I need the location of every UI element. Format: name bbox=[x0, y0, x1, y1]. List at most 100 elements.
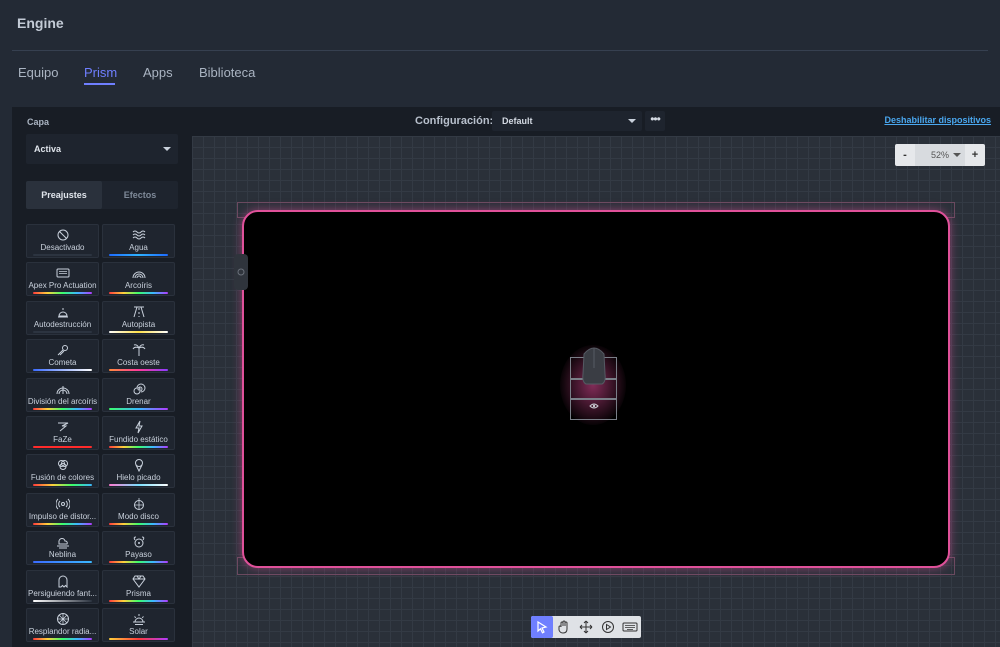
preset-item[interactable]: Apex Pro Actuation bbox=[26, 262, 99, 297]
preset-color-bar bbox=[33, 522, 92, 525]
preset-item[interactable]: Persiguiendo fant... bbox=[26, 569, 99, 604]
preset-label: Payaso bbox=[125, 550, 152, 560]
zoom-level-select[interactable]: 52% bbox=[915, 144, 965, 166]
preset-item[interactable]: Resplandor radia... bbox=[26, 608, 99, 642]
tab-equipo[interactable]: Equipo bbox=[18, 65, 58, 80]
preset-color-bar bbox=[109, 561, 168, 564]
layer-label: Capa bbox=[27, 117, 50, 127]
config-label: Configuración: bbox=[415, 115, 494, 127]
preset-label: Solar bbox=[129, 627, 148, 636]
more-options-button[interactable]: ••• bbox=[645, 111, 665, 131]
play-tool-icon bbox=[602, 621, 614, 633]
preset-item[interactable]: FaZe bbox=[26, 416, 99, 450]
preset-item[interactable]: Arcoíris bbox=[102, 262, 175, 297]
preset-item[interactable]: División del arcoíris bbox=[26, 377, 99, 412]
preset-color-bar bbox=[109, 522, 168, 525]
eye-icon bbox=[237, 268, 245, 276]
app-header: Engine bbox=[0, 0, 1000, 50]
mousepad-connector[interactable] bbox=[234, 254, 248, 290]
preset-label: Persiguiendo fant... bbox=[28, 588, 97, 598]
app-title: Engine bbox=[17, 15, 64, 31]
preset-item[interactable]: Desactivado bbox=[26, 224, 99, 258]
config-select-value: Default bbox=[502, 116, 533, 126]
preset-label: Drenar bbox=[126, 396, 151, 406]
preset-item[interactable]: Solar bbox=[102, 608, 175, 642]
preset-color-bar bbox=[33, 369, 92, 372]
preset-label: Agua bbox=[129, 243, 148, 252]
preset-label: Autopista bbox=[121, 319, 156, 329]
preset-item[interactable]: Fundido estático bbox=[102, 416, 175, 450]
ban-icon bbox=[57, 229, 68, 241]
preset-item[interactable]: Neblina bbox=[26, 531, 99, 566]
preset-item[interactable]: Autodestrucción bbox=[26, 300, 99, 335]
preset-label: Costa oeste bbox=[117, 358, 160, 368]
ghost-icon bbox=[58, 575, 67, 588]
comet-icon bbox=[57, 345, 68, 356]
disco-ball-icon bbox=[133, 497, 144, 510]
palm-icon bbox=[132, 344, 145, 357]
preset-item[interactable]: Drenar bbox=[102, 377, 175, 412]
split-rainbow-icon bbox=[56, 385, 69, 394]
preset-color-bar bbox=[33, 407, 92, 410]
preset-item[interactable]: Impulso de distor... bbox=[26, 492, 99, 527]
preset-label: Cometa bbox=[48, 358, 77, 368]
road-icon bbox=[133, 306, 144, 317]
fog-icon bbox=[56, 538, 69, 549]
preset-color-bar bbox=[109, 369, 168, 372]
preset-item[interactable]: Modo disco bbox=[102, 492, 175, 527]
zoom-level-value: 52% bbox=[930, 150, 949, 160]
move-tool-button[interactable] bbox=[575, 616, 597, 638]
zoom-control: - 52% + bbox=[895, 144, 985, 166]
keyboard-tool-button[interactable] bbox=[619, 616, 641, 638]
mouse-device-icon[interactable] bbox=[578, 344, 610, 420]
preset-label: Resplandor radia... bbox=[28, 627, 97, 636]
zoom-out-button[interactable]: - bbox=[895, 144, 915, 166]
preset-label: Apex Pro Actuation bbox=[28, 281, 97, 291]
preset-label: Impulso de distor... bbox=[28, 511, 97, 521]
main-tabs: Equipo Prism Apps Biblioteca bbox=[0, 50, 1000, 106]
preset-item[interactable]: Autopista bbox=[102, 300, 175, 335]
preset-color-bar bbox=[109, 330, 168, 333]
chevron-down-icon bbox=[628, 119, 636, 123]
sidebar: Capa Activa Preajustes Efectos Desactiva… bbox=[12, 107, 192, 647]
config-select[interactable]: Default bbox=[492, 111, 642, 131]
preset-color-bar bbox=[109, 446, 168, 448]
preset-color-bar bbox=[33, 561, 92, 564]
active-tab-indicator bbox=[84, 83, 115, 85]
layer-select[interactable]: Activa bbox=[26, 134, 178, 164]
pulse-icon bbox=[55, 498, 70, 510]
disable-devices-link[interactable]: Deshabilitar dispositivos bbox=[884, 115, 991, 125]
preset-color-bar bbox=[109, 292, 168, 295]
diamond-icon bbox=[131, 575, 146, 588]
preset-item[interactable]: Payaso bbox=[102, 531, 175, 566]
preset-item[interactable]: Fusión de colores bbox=[26, 454, 99, 489]
preset-color-bar bbox=[109, 254, 168, 256]
preset-item[interactable]: Agua bbox=[102, 224, 175, 258]
alarm-icon bbox=[57, 307, 68, 318]
preset-label: FaZe bbox=[53, 435, 72, 444]
tab-biblioteca[interactable]: Biblioteca bbox=[199, 65, 255, 80]
play-tool-button[interactable] bbox=[597, 616, 619, 638]
canvas-tools bbox=[531, 616, 641, 638]
preset-color-bar bbox=[33, 484, 92, 487]
select-tool-icon bbox=[537, 620, 548, 634]
preset-label: Prisma bbox=[126, 588, 151, 598]
preset-item[interactable]: Costa oeste bbox=[102, 339, 175, 374]
preset-color-bar bbox=[109, 599, 168, 602]
hand-tool-button[interactable] bbox=[553, 616, 575, 638]
preset-item[interactable]: Prisma bbox=[102, 569, 175, 604]
radial-icon bbox=[56, 613, 69, 625]
segment-effects[interactable]: Efectos bbox=[102, 181, 178, 209]
chevron-down-icon bbox=[163, 147, 171, 151]
preset-label: División del arcoíris bbox=[27, 396, 98, 406]
preset-item[interactable]: Hielo picado bbox=[102, 454, 175, 489]
preset-item[interactable]: Cometa bbox=[26, 339, 99, 374]
tab-apps[interactable]: Apps bbox=[143, 65, 173, 80]
tab-prism[interactable]: Prism bbox=[84, 65, 117, 80]
preset-color-bar bbox=[33, 638, 92, 640]
segment-presets[interactable]: Preajustes bbox=[26, 181, 102, 209]
select-tool-button[interactable] bbox=[531, 616, 553, 638]
chevron-down-icon bbox=[953, 153, 961, 157]
clown-icon bbox=[133, 536, 144, 548]
zoom-in-button[interactable]: + bbox=[965, 144, 985, 166]
